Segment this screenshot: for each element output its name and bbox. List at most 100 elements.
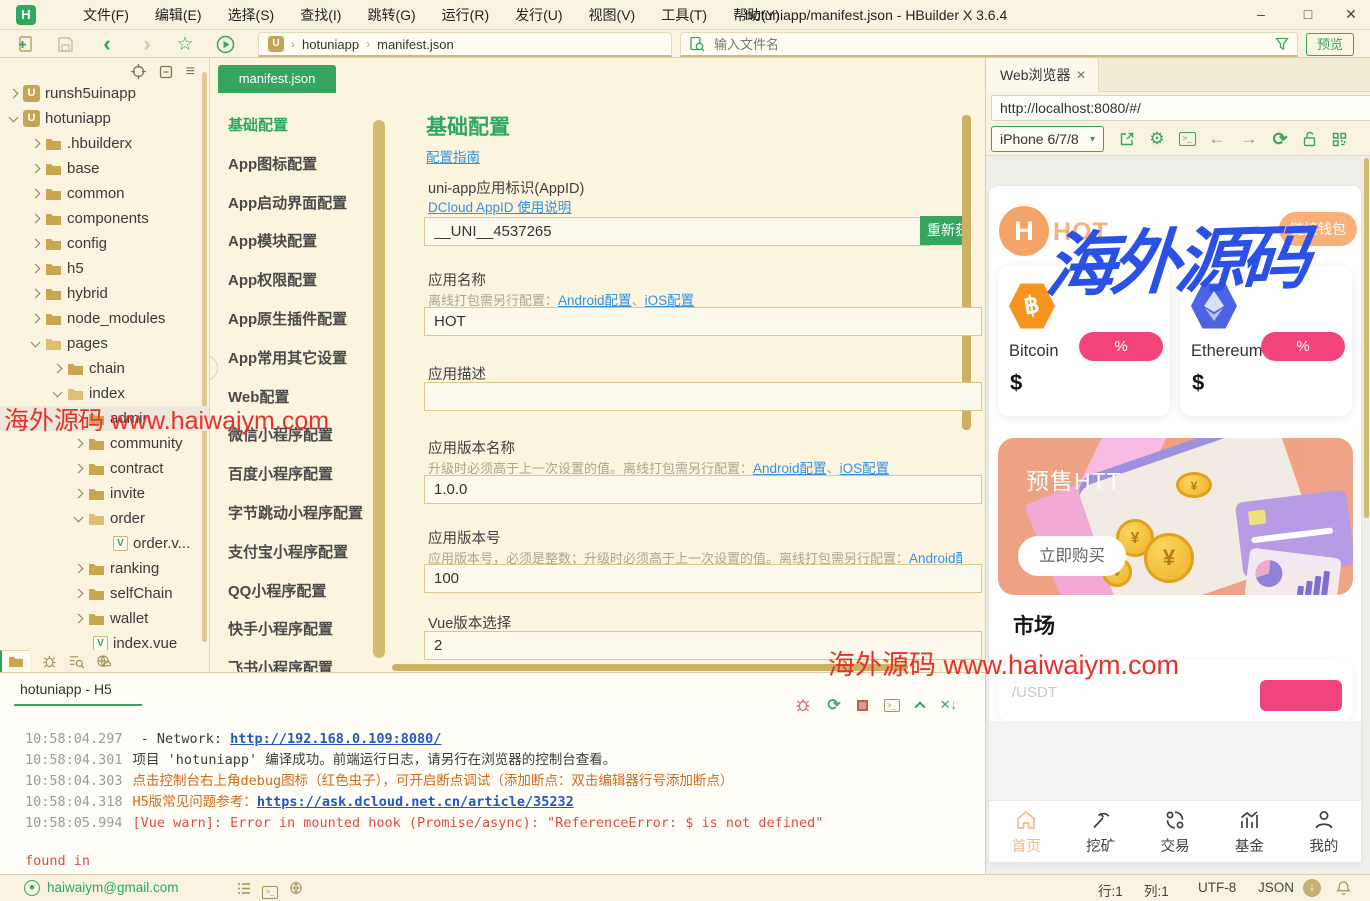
nav-app-misc[interactable]: App常用其它设置 <box>210 340 392 379</box>
save-icon[interactable] <box>52 30 78 58</box>
menu-select[interactable]: 选择(S) <box>215 0 288 30</box>
search-input[interactable] <box>712 36 1275 53</box>
tree-item[interactable]: Vorder.v... <box>0 531 210 556</box>
nav-bytedance-mp[interactable]: 字节跳动小程序配置 <box>210 495 392 534</box>
notification-bell-icon[interactable] <box>1336 880 1351 896</box>
appid-doc-link[interactable]: DCloud AppID 使用说明 <box>428 196 571 216</box>
menu-view[interactable]: 视图(V) <box>576 0 649 30</box>
tab-trade[interactable]: 交易 <box>1138 801 1212 862</box>
maximize-button[interactable]: □ <box>1291 0 1325 30</box>
tab-home[interactable]: 首页 <box>989 801 1063 862</box>
debug-bug-icon[interactable] <box>795 697 811 713</box>
nav-alipay-mp[interactable]: 支付宝小程序配置 <box>210 534 392 573</box>
tree-item[interactable]: Urunsh5uinapp <box>0 81 210 106</box>
tree-item[interactable]: hybrid <box>0 281 210 306</box>
restart-icon[interactable]: ⟳ <box>827 695 840 715</box>
globe-icon[interactable] <box>289 881 303 895</box>
nav-kuaishou-mp[interactable]: 快手小程序配置 <box>210 611 392 650</box>
tab-profile[interactable]: 我的 <box>1287 801 1361 862</box>
market-action-button[interactable] <box>1260 680 1342 711</box>
debug-view-icon[interactable] <box>42 654 57 669</box>
tree-item[interactable]: pages <box>0 331 210 356</box>
collapse-console-icon[interactable] <box>914 701 925 712</box>
network-url-link[interactable]: http://192.168.0.109:8080/ <box>230 731 441 747</box>
outline-list-icon[interactable] <box>237 882 251 895</box>
nav-splash[interactable]: App启动界面配置 <box>210 185 392 224</box>
download-icon[interactable]: ↓ <box>1303 879 1321 897</box>
app-desc-input[interactable] <box>424 382 982 411</box>
regain-appid-button[interactable]: 重新获取 <box>920 216 967 245</box>
devtools-console-icon[interactable]: >_ <box>1174 122 1200 156</box>
minimize-button[interactable]: – <box>1244 0 1278 30</box>
language-mode[interactable]: JSON <box>1258 880 1294 895</box>
device-select[interactable]: iPhone 6/7/8▾ <box>991 126 1104 152</box>
tree-item[interactable]: Vindex.vue <box>0 631 210 650</box>
encoding-indicator[interactable]: UTF-8 <box>1198 880 1236 895</box>
tab-web-browser[interactable]: Web浏览器 ✕ <box>986 58 1099 92</box>
cursor-line[interactable]: 行:1 <box>1098 880 1123 900</box>
tree-item[interactable]: Uhotuniapp <box>0 106 210 131</box>
bookmark-star-icon[interactable]: ☆ <box>172 30 198 58</box>
tree-item[interactable]: wallet <box>0 606 210 631</box>
menu-publish[interactable]: 发行(U) <box>502 0 575 30</box>
version-name-input[interactable] <box>424 475 982 504</box>
nav-basic-config[interactable]: 基础配置 <box>210 107 392 146</box>
android-config-link[interactable]: Android配置 <box>558 293 632 308</box>
app-name-input[interactable] <box>424 307 982 336</box>
preview-scrollbar[interactable] <box>1364 158 1369 518</box>
url-input[interactable] <box>991 95 1370 121</box>
tree-item[interactable]: selfChain <box>0 581 210 606</box>
android-config-link[interactable]: Android配置 <box>753 461 827 476</box>
nav-forward-icon[interactable]: → <box>1236 122 1262 156</box>
tab-mining[interactable]: 挖矿 <box>1063 801 1137 862</box>
tree-item[interactable]: common <box>0 181 210 206</box>
menu-tools[interactable]: 工具(T) <box>648 0 720 30</box>
open-external-icon[interactable] <box>1114 122 1140 156</box>
nav-scrollbar[interactable] <box>373 120 385 658</box>
ios-config-link[interactable]: iOS配置 <box>840 461 890 476</box>
stop-icon[interactable] <box>857 700 868 711</box>
presale-banner[interactable]: ¥ ¥ ¥ ¥ 预售HTT 立即购买 <box>998 438 1353 595</box>
tab-manifest-json[interactable]: manifest.json <box>218 65 336 93</box>
console-tab[interactable]: hotuniapp - H5 <box>20 681 112 697</box>
breadcrumb-file[interactable]: manifest.json <box>377 37 454 52</box>
tree-item[interactable]: components <box>0 206 210 231</box>
back-icon[interactable]: ‹ <box>94 30 120 58</box>
tree-item[interactable]: h5 <box>0 256 210 281</box>
close-button[interactable]: ✕ <box>1334 0 1368 30</box>
cloud-view-icon[interactable] <box>96 654 111 669</box>
menu-run[interactable]: 运行(R) <box>429 0 502 30</box>
tree-item[interactable]: chain <box>0 356 210 381</box>
version-code-input[interactable] <box>424 564 982 593</box>
clear-console-icon[interactable]: ✕↓ <box>940 697 957 713</box>
qrcode-icon[interactable] <box>1326 122 1352 156</box>
explorer-menu-icon[interactable]: ≡ <box>186 65 195 79</box>
nav-app-icon[interactable]: App图标配置 <box>210 146 392 185</box>
menu-edit[interactable]: 编辑(E) <box>142 0 215 30</box>
nav-modules[interactable]: App模块配置 <box>210 223 392 262</box>
appid-input[interactable] <box>424 217 930 246</box>
close-tab-icon[interactable]: ✕ <box>1076 68 1086 82</box>
unlock-icon[interactable] <box>1296 122 1322 156</box>
breadcrumb-project[interactable]: hotuniapp <box>302 37 359 52</box>
terminal-icon[interactable]: >_ <box>262 881 278 899</box>
nav-back-icon[interactable]: ← <box>1204 122 1230 156</box>
search-view-icon[interactable] <box>69 654 84 669</box>
cursor-column[interactable]: 列:1 <box>1144 880 1169 900</box>
nav-qq-mp[interactable]: QQ小程序配置 <box>210 573 392 612</box>
tree-item[interactable]: node_modules <box>0 306 210 331</box>
menu-goto[interactable]: 跳转(G) <box>354 0 428 30</box>
ios-config-link[interactable]: iOS配置 <box>645 293 695 308</box>
menu-find[interactable]: 查找(I) <box>287 0 354 30</box>
file-search-box[interactable] <box>680 32 1298 57</box>
files-view-icon[interactable] <box>0 650 30 672</box>
buy-now-button[interactable]: 立即购买 <box>1018 536 1126 576</box>
nav-native-plugins[interactable]: App原生插件配置 <box>210 301 392 340</box>
tree-item[interactable]: order <box>0 506 210 531</box>
new-console-icon[interactable]: >_ <box>884 699 900 712</box>
menu-file[interactable]: 文件(F) <box>70 0 142 30</box>
locate-file-icon[interactable] <box>131 64 146 79</box>
tree-item[interactable]: base <box>0 156 210 181</box>
preview-button[interactable]: 预览 <box>1306 33 1354 56</box>
faq-article-link[interactable]: https://ask.dcloud.net.cn/article/35232 <box>257 794 574 810</box>
